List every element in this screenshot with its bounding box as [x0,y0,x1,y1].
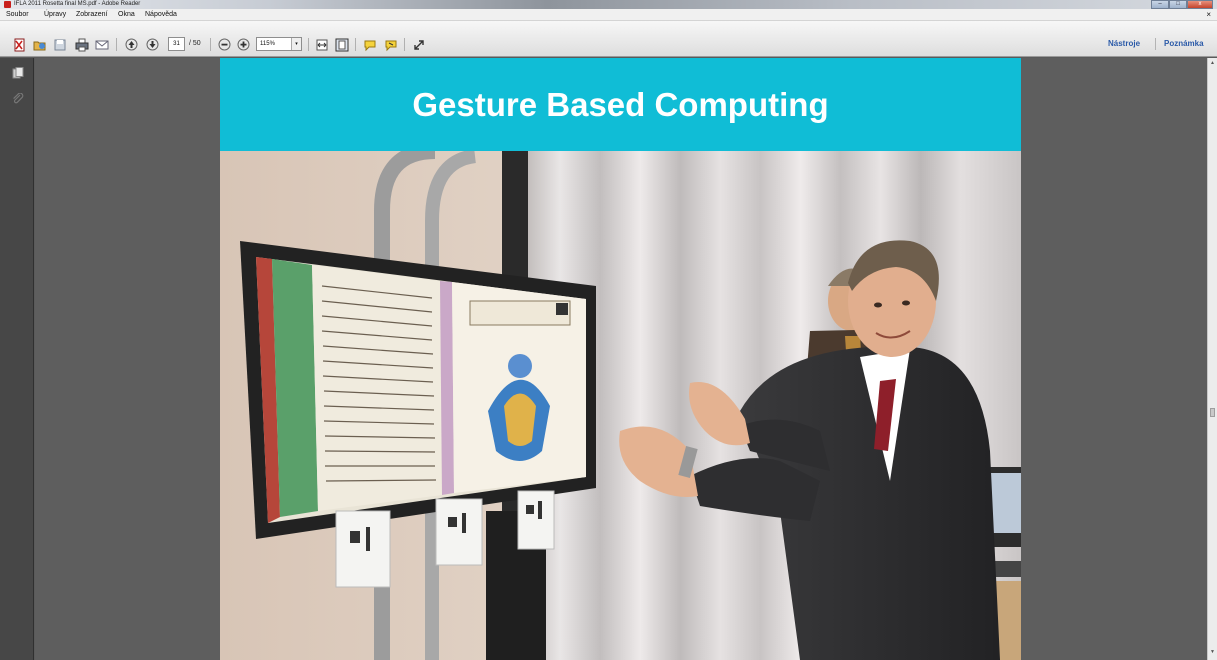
toolbar: 31 / 50 115% ▾ Nástroje Poznámka [0,21,1217,57]
zoom-level-value: 115% [260,41,275,47]
print-icon[interactable] [74,37,89,52]
close-window-button[interactable]: x [1187,0,1213,9]
fit-page-icon[interactable] [334,37,349,52]
zoom-out-icon[interactable] [217,37,232,52]
window-controls: – □ x [1151,0,1213,9]
toolbar-separator [116,38,117,51]
email-icon[interactable] [94,37,109,52]
menu-soubor[interactable]: Soubor [6,9,29,21]
vertical-scrollbar[interactable]: ▲ ▼ [1207,58,1217,660]
pdf-page: Gesture Based Computing [220,58,1021,660]
chevron-down-icon[interactable]: ▾ [291,38,301,50]
toolbar-separator [308,38,309,51]
page-number-input[interactable]: 31 [168,37,185,51]
slide-header: Gesture Based Computing [220,58,1021,151]
menu-upravy[interactable]: Úpravy [44,9,66,21]
title-bar: IFLA 2011 Rosetta final MS.pdf - Adobe R… [0,0,1217,9]
menu-zobrazeni[interactable]: Zobrazení [76,9,108,21]
comment-panel-link[interactable]: Poznámka [1164,37,1204,51]
navigation-panel [0,58,34,660]
scroll-thumb[interactable] [1210,408,1215,417]
toolbar-separator [404,38,405,51]
close-document-button[interactable]: × [1206,9,1211,21]
maximize-button[interactable]: □ [1169,0,1187,9]
save-icon[interactable] [52,37,67,52]
menu-bar: Soubor Úpravy Zobrazení Okna Nápověda × [0,9,1217,21]
previous-page-icon[interactable] [124,37,139,52]
scroll-up-arrow-icon[interactable]: ▲ [1210,60,1215,66]
pages-icon[interactable] [12,66,24,79]
menu-okna[interactable]: Okna [118,9,135,21]
slide-title: Gesture Based Computing [412,85,829,123]
comment-icon[interactable] [362,37,377,52]
next-page-icon[interactable] [145,37,160,52]
expand-icon[interactable] [411,37,426,52]
zoom-in-icon[interactable] [236,37,251,52]
tools-link[interactable]: Nástroje [1108,37,1140,51]
fit-width-icon[interactable] [314,37,329,52]
scroll-down-arrow-icon[interactable]: ▼ [1210,649,1215,655]
minimize-button[interactable]: – [1151,0,1169,9]
page-total: / 50 [189,40,201,47]
open-icon[interactable] [32,37,47,52]
window-title: IFLA 2011 Rosetta final MS.pdf - Adobe R… [14,1,141,7]
create-pdf-icon[interactable] [12,37,27,52]
toolbar-separator [210,38,211,51]
highlight-icon[interactable] [383,37,398,52]
slide-photo [220,151,1021,660]
attachments-icon[interactable] [12,92,24,104]
toolbar-separator [355,38,356,51]
menu-napoveda[interactable]: Nápověda [145,9,177,21]
zoom-level-select[interactable]: 115% ▾ [256,37,302,51]
adobe-reader-app-icon [4,1,11,8]
toolbar-separator [1155,38,1156,50]
